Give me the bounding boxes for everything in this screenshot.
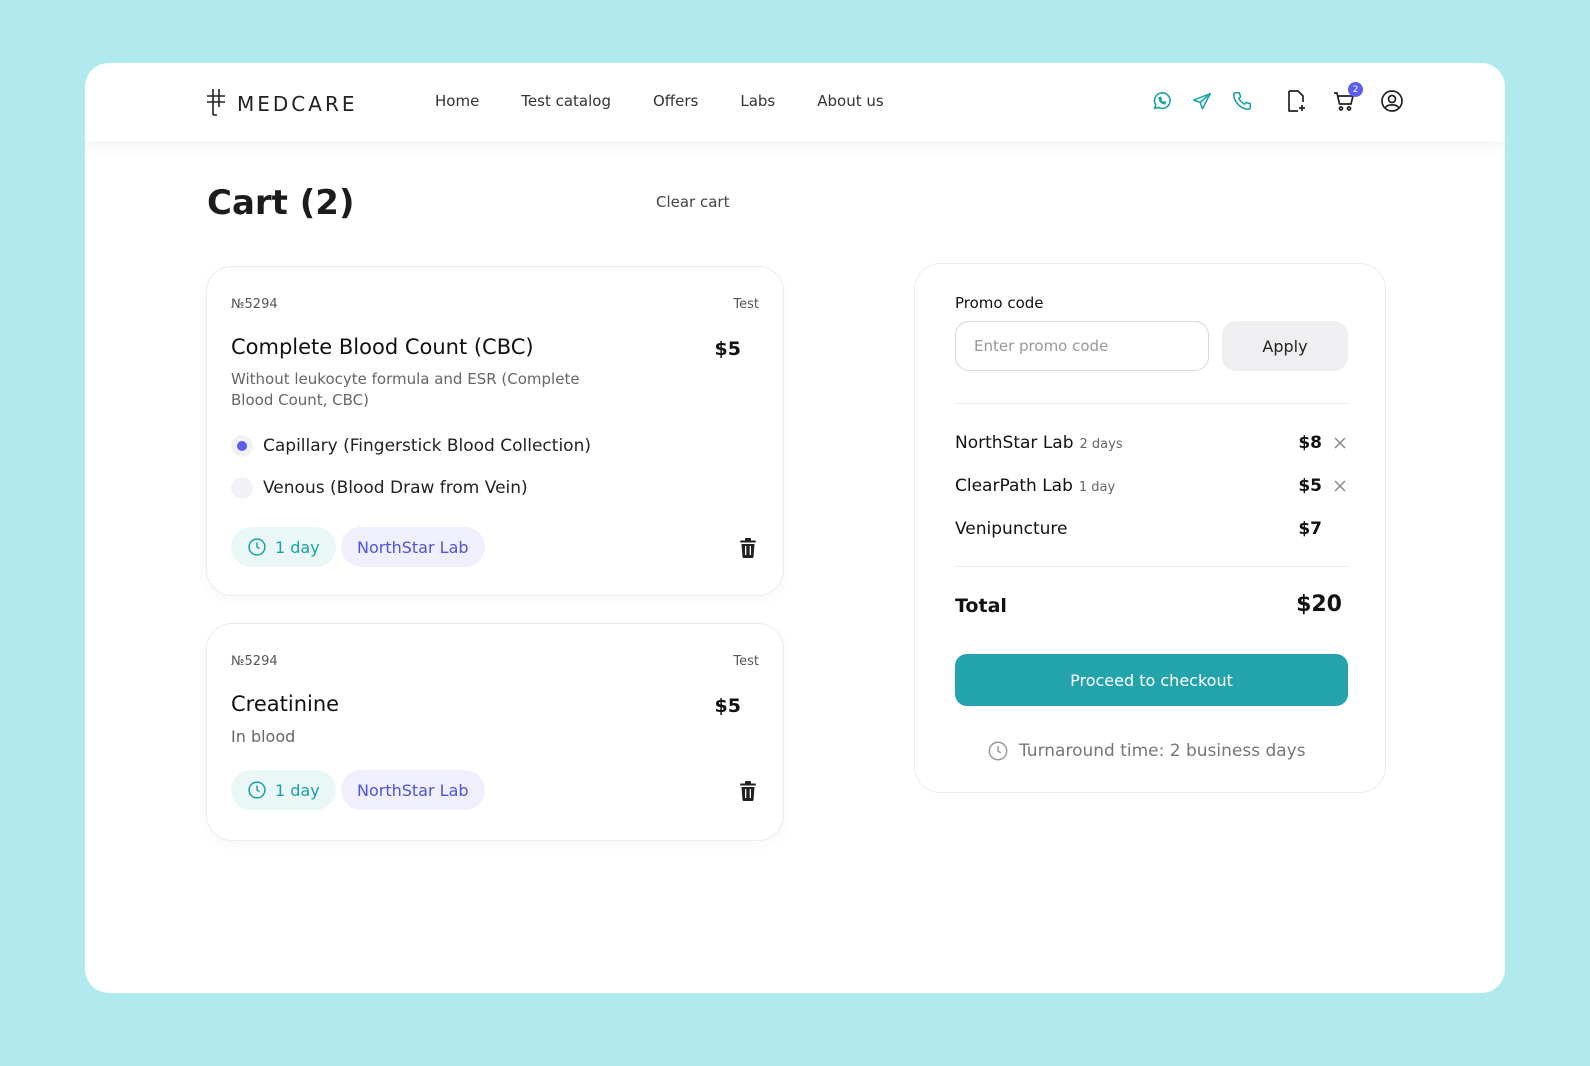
radio-unselected[interactable] [231, 477, 253, 499]
total-label: Total [955, 595, 1007, 617]
divider [955, 403, 1348, 404]
line-price: $8 [1298, 433, 1322, 453]
turnaround-text: Turnaround time: 2 business days [1019, 741, 1306, 761]
nav-about-us[interactable]: About us [817, 92, 883, 110]
delete-item-icon[interactable] [737, 780, 759, 802]
item-type: Test [733, 654, 759, 669]
duration-chip: 1 day [231, 527, 336, 567]
item-price: $5 [714, 695, 741, 717]
cart-icon[interactable]: 2 [1331, 82, 1363, 114]
proceed-to-checkout-button[interactable]: Proceed to checkout [955, 654, 1348, 706]
brand-name: MEDCARE [237, 92, 358, 116]
item-subtitle: Without leukocyte formula and ESR (Compl… [231, 370, 580, 409]
phone-icon[interactable] [1229, 88, 1255, 114]
nav-home[interactable]: Home [435, 92, 479, 110]
main-nav: Home Test catalog Offers Labs About us [435, 92, 884, 110]
summary-line: ClearPath Lab 1 day $5 [955, 474, 1348, 500]
clock-icon [248, 538, 266, 556]
item-title: Complete Blood Count (CBC) [231, 335, 534, 359]
line-days: 1 day [1078, 480, 1116, 495]
item-title: Creatinine [231, 692, 340, 716]
option-label: Capillary (Fingerstick Blood Collection) [263, 436, 591, 456]
apply-promo-button[interactable]: Apply [1222, 321, 1348, 371]
top-header: MEDCARE Home Test catalog Offers Labs Ab… [85, 63, 1505, 141]
app-window: MEDCARE Home Test catalog Offers Labs Ab… [85, 63, 1505, 993]
whatsapp-icon[interactable] [1149, 88, 1175, 114]
remove-line-icon[interactable] [1332, 478, 1348, 494]
clear-cart-button[interactable]: Clear cart [656, 193, 729, 211]
brand-logo[interactable]: MEDCARE [205, 87, 357, 121]
duration-chip: 1 day [231, 770, 336, 810]
clock-icon [248, 781, 266, 799]
line-price: $7 [1298, 519, 1322, 539]
option-venous[interactable]: Venous (Blood Draw from Vein) [231, 477, 528, 499]
remove-line-icon[interactable] [1332, 435, 1348, 451]
promo-code-input[interactable] [955, 321, 1209, 371]
nav-labs[interactable]: Labs [740, 92, 775, 110]
summary-line: NorthStar Lab 2 days $8 [955, 431, 1348, 457]
summary-line: Venipuncture $7 [955, 517, 1348, 543]
document-add-icon[interactable] [1283, 88, 1309, 114]
radio-selected[interactable] [231, 435, 253, 457]
cart-item-card: №5294 Test Complete Blood Count (CBC) $5… [206, 266, 784, 596]
clock-icon [988, 741, 1008, 761]
line-name: NorthStar Lab [955, 433, 1074, 453]
turnaround-info: Turnaround time: 2 business days [987, 740, 1306, 762]
user-circle-icon[interactable] [1379, 88, 1405, 114]
option-label: Venous (Blood Draw from Vein) [263, 478, 528, 498]
page-title: Cart (2) [207, 183, 355, 223]
option-capillary[interactable]: Capillary (Fingerstick Blood Collection) [231, 435, 591, 457]
nav-test-catalog[interactable]: Test catalog [521, 92, 611, 110]
cart-count-badge: 2 [1348, 82, 1363, 97]
item-number: №5294 [231, 297, 278, 312]
line-name: Venipuncture [955, 519, 1068, 539]
order-summary: Promo code Apply NorthStar Lab2 days $8 … [914, 263, 1386, 793]
line-days: 2 days [1079, 437, 1123, 452]
delete-item-icon[interactable] [737, 537, 759, 559]
line-name: ClearPath Lab [955, 476, 1073, 496]
lab-chip: NorthStar Lab [341, 527, 485, 567]
cart-item-card: №5294 Test Creatinine $5 In blood 1 day … [206, 623, 784, 841]
promo-code-label: Promo code [955, 294, 1044, 312]
item-subtitle: In blood [231, 727, 296, 746]
item-price: $5 [714, 338, 741, 360]
lab-chip: NorthStar Lab [341, 770, 485, 810]
line-price: $5 [1298, 476, 1322, 496]
item-type: Test [733, 297, 759, 312]
nav-offers[interactable]: Offers [653, 92, 698, 110]
item-number: №5294 [231, 654, 278, 669]
header-actions: 2 [1149, 82, 1405, 114]
divider [955, 566, 1348, 567]
total-value: $20 [1296, 592, 1342, 617]
medcare-logo-icon [205, 87, 227, 121]
telegram-icon[interactable] [1189, 88, 1215, 114]
